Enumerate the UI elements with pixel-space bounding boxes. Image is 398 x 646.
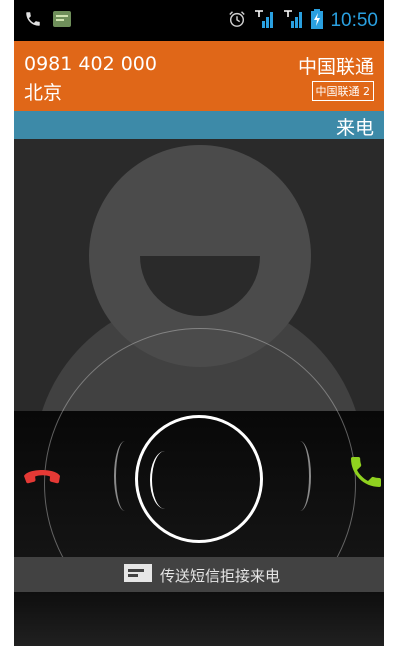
signal-icon <box>253 9 275 33</box>
decline-call-button[interactable] <box>21 462 63 490</box>
alarm-icon <box>228 10 246 32</box>
status-bar: 10:50 <box>14 0 384 41</box>
carrier-name: 中国联通 <box>297 56 374 78</box>
hang-up-icon <box>21 470 63 490</box>
phone-icon <box>24 10 42 32</box>
sim-badge: 中国联通 2 <box>311 81 374 101</box>
call-state-bar: 来电 <box>14 111 384 139</box>
reject-with-sms-button[interactable]: 传送短信拒接来电 <box>14 557 384 592</box>
message-notification-icon <box>52 10 72 32</box>
incoming-call-screen: 10:50 0981 402 000 北京 中国联通 中国联通 2 来电 传送短… <box>14 0 384 646</box>
signal-icon <box>282 9 304 33</box>
reject-with-sms-label: 传送短信拒接来电 <box>160 566 281 585</box>
caller-location: 北京 <box>24 82 63 104</box>
message-icon <box>124 564 152 586</box>
bottom-bar <box>14 592 384 646</box>
handle-highlight <box>150 451 180 509</box>
right-drag-hint <box>289 441 311 511</box>
left-drag-hint <box>114 441 136 511</box>
battery-charging-icon <box>311 9 324 33</box>
answer-phone-icon <box>346 457 384 496</box>
call-state-label: 来电 <box>335 117 374 139</box>
caller-number: 0981 402 000 <box>24 53 157 75</box>
caller-info-header: 0981 402 000 北京 中国联通 中国联通 2 <box>14 41 384 111</box>
answer-call-button[interactable] <box>346 452 384 496</box>
clock: 10:50 <box>330 10 378 31</box>
